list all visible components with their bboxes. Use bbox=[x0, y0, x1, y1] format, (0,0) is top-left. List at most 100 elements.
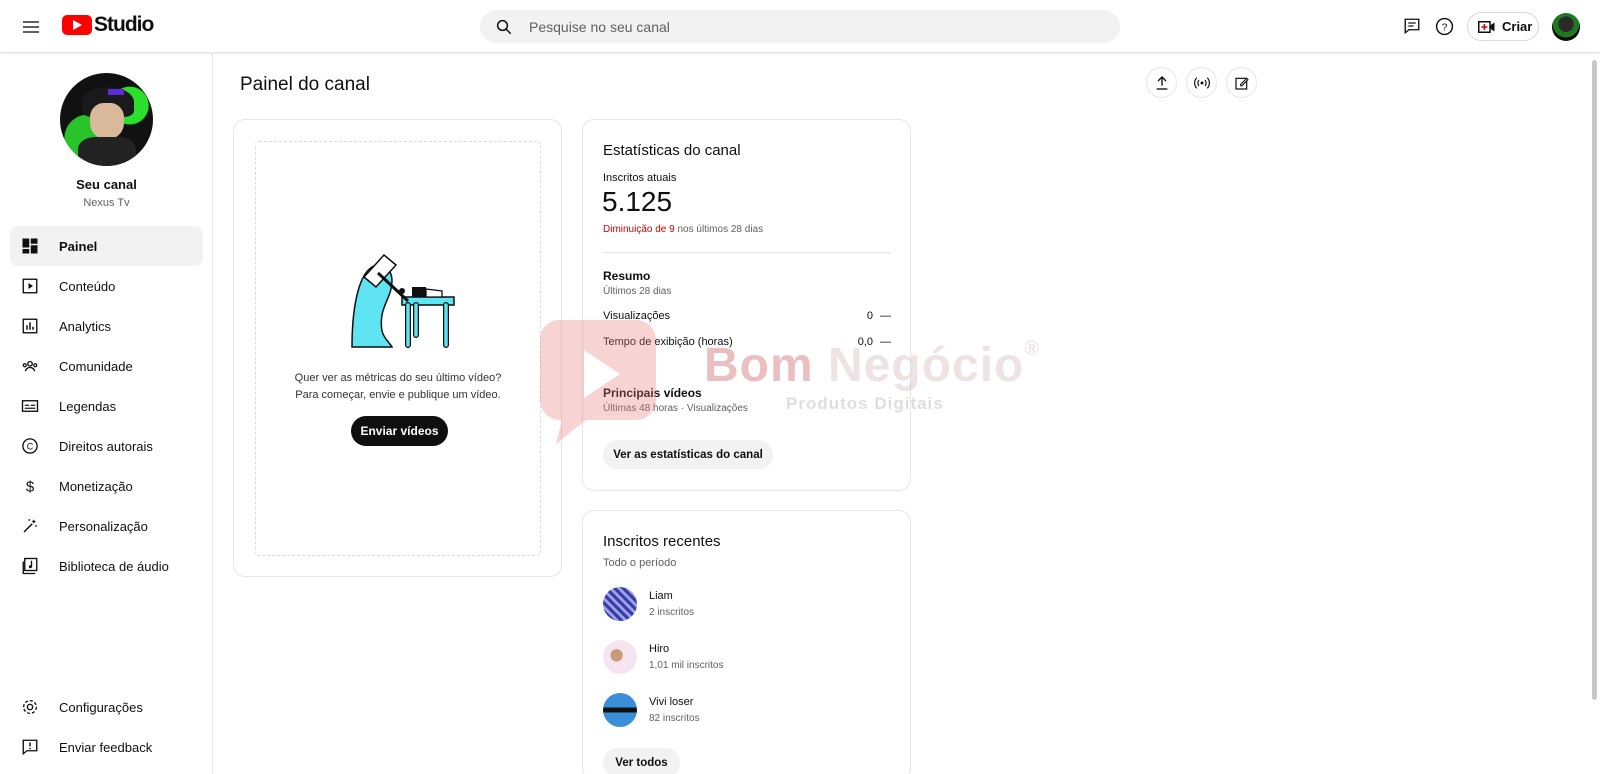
svg-text:C: C bbox=[27, 441, 34, 451]
subscriber-change: Diminuição de 9 nos últimos 28 dias bbox=[603, 224, 763, 235]
sidebar-item-content[interactable]: Conteúdo bbox=[10, 266, 203, 306]
sidebar-item-label: Enviar feedback bbox=[59, 739, 153, 755]
subscriber-name[interactable]: Vivi loser bbox=[649, 696, 693, 708]
sidebar-item-label: Painel bbox=[59, 238, 98, 254]
sidebar-item-label: Conteúdo bbox=[59, 278, 116, 294]
subscriber-count: 2 inscritos bbox=[649, 607, 695, 618]
channel-analytics-card: Estatísticas do canal Inscritos atuais 5… bbox=[582, 119, 911, 491]
card-title: Estatísticas do canal bbox=[603, 142, 741, 159]
channel-avatar[interactable] bbox=[60, 73, 153, 166]
summary-period: Últimos 28 dias bbox=[603, 286, 672, 297]
sidebar-item-customization[interactable]: Personalização bbox=[10, 506, 203, 546]
create-label: Criar bbox=[1502, 19, 1533, 34]
sidebar-item-settings[interactable]: Configurações bbox=[10, 687, 203, 727]
sidebar-item-dashboard[interactable]: Painel bbox=[10, 226, 203, 266]
menu-icon[interactable] bbox=[20, 15, 44, 39]
subscriber-count: 82 inscritos bbox=[649, 713, 700, 724]
svg-text:?: ? bbox=[1441, 22, 1447, 33]
sidebar-item-label: Personalização bbox=[59, 518, 148, 534]
subscriber-name[interactable]: Liam bbox=[649, 590, 673, 602]
metric-label: Tempo de exibição (horas) bbox=[603, 336, 733, 348]
watermark-registered: ® bbox=[1024, 338, 1041, 360]
sidebar-item-label: Direitos autorais bbox=[59, 438, 153, 454]
sidebar-item-label: Monetização bbox=[59, 478, 133, 494]
subscriber-count: 1,01 mil inscritos bbox=[649, 660, 724, 671]
metric-row: Tempo de exibição (horas) 0,0 — bbox=[603, 336, 891, 348]
subscriber-name[interactable]: Hiro bbox=[649, 643, 669, 655]
card-title: Inscritos recentes bbox=[603, 533, 721, 550]
view-channel-analytics-button[interactable]: Ver as estatísticas do canal bbox=[603, 440, 773, 469]
list-item[interactable]: Hiro 1,01 mil inscritos bbox=[603, 640, 891, 674]
see-all-button[interactable]: Ver todos bbox=[603, 748, 680, 774]
list-item[interactable]: Liam 2 inscritos bbox=[603, 587, 891, 621]
metric-trend: — bbox=[880, 310, 891, 322]
audio-library-icon bbox=[20, 556, 40, 576]
top-bar: Studio ? Criar bbox=[0, 0, 1600, 53]
sidebar-item-label: Comunidade bbox=[59, 358, 133, 374]
create-video-icon bbox=[1478, 20, 1495, 33]
top-videos-title: Principais vídeos bbox=[603, 386, 702, 400]
create-button[interactable]: Criar bbox=[1467, 12, 1539, 41]
content-icon bbox=[20, 276, 40, 296]
sidebar-item-audio-library[interactable]: Biblioteca de áudio bbox=[10, 546, 203, 586]
copyright-icon: C bbox=[20, 436, 40, 456]
upload-videos-button[interactable]: Enviar vídeos bbox=[351, 416, 448, 446]
metric-value: 0 bbox=[866, 310, 873, 322]
sidebar-item-label: Configurações bbox=[59, 699, 143, 715]
sidebar-item-community[interactable]: Comunidade bbox=[10, 346, 203, 386]
microscope-illustration bbox=[351, 253, 455, 348]
summary-title: Resumo bbox=[603, 269, 651, 283]
feedback-icon bbox=[20, 737, 40, 757]
search-bar[interactable] bbox=[480, 10, 1120, 43]
sidebar-item-label: Analytics bbox=[59, 318, 112, 334]
metric-trend: — bbox=[880, 336, 891, 348]
create-post-icon[interactable] bbox=[1226, 67, 1257, 98]
svg-text:$: $ bbox=[26, 478, 35, 495]
dashboard-icon bbox=[20, 236, 40, 256]
recent-subscribers-card: Inscritos recentes Todo o período Liam 2… bbox=[582, 510, 911, 774]
sidebar-item-analytics[interactable]: Analytics bbox=[10, 306, 203, 346]
subscriber-change-period: nos últimos 28 dias bbox=[674, 224, 764, 235]
subtitles-icon bbox=[20, 396, 40, 416]
monetization-icon: $ bbox=[20, 476, 40, 496]
avatar[interactable] bbox=[603, 693, 637, 727]
metric-row: Visualizações 0 — bbox=[603, 310, 891, 322]
divider bbox=[603, 252, 891, 253]
list-item[interactable]: Vivi loser 82 inscritos bbox=[603, 693, 891, 727]
sidebar-item-subtitles[interactable]: Legendas bbox=[10, 386, 203, 426]
avatar[interactable] bbox=[603, 640, 637, 674]
search-input[interactable] bbox=[529, 18, 1089, 35]
studio-logo[interactable]: Studio bbox=[62, 13, 154, 37]
channel-name: Nexus Tv bbox=[83, 197, 130, 209]
upload-prompt-line1: Quer ver as métricas do seu último vídeo… bbox=[294, 372, 502, 384]
sidebar-item-label: Legendas bbox=[59, 398, 117, 414]
youtube-logo-icon bbox=[62, 15, 92, 35]
logo-text: Studio bbox=[94, 13, 154, 36]
upload-prompt-line2: Para começar, envie e publique um vídeo. bbox=[295, 389, 501, 401]
sidebar-item-feedback[interactable]: Enviar feedback bbox=[10, 727, 203, 767]
avatar[interactable] bbox=[603, 587, 637, 621]
magic-wand-icon bbox=[20, 516, 40, 536]
sidebar: Seu canal Nexus Tv Painel Conteúdo Analy… bbox=[0, 53, 213, 774]
page-title: Painel do canal bbox=[240, 74, 370, 95]
sidebar-item-copyright[interactable]: C Direitos autorais bbox=[10, 426, 203, 466]
messages-icon[interactable] bbox=[1400, 14, 1424, 38]
subscriber-change-negative: Diminuição de 9 bbox=[603, 224, 675, 235]
metric-value: 0,0 bbox=[857, 336, 873, 348]
top-videos-period: Últimas 48 horas · Visualizações bbox=[603, 403, 748, 414]
upload-dropzone: Quer ver as métricas do seu último vídeo… bbox=[255, 141, 541, 556]
channel-title[interactable]: Seu canal bbox=[0, 177, 213, 192]
help-icon[interactable]: ? bbox=[1432, 14, 1456, 38]
subscriber-count: 5.125 bbox=[602, 186, 673, 217]
search-icon[interactable] bbox=[495, 18, 513, 36]
sidebar-item-label: Biblioteca de áudio bbox=[59, 558, 169, 574]
card-period: Todo o período bbox=[603, 557, 677, 569]
upload-icon[interactable] bbox=[1146, 67, 1177, 98]
scrollbar[interactable] bbox=[1592, 60, 1597, 700]
metric-label: Visualizações bbox=[603, 310, 671, 322]
community-icon bbox=[20, 356, 40, 376]
account-avatar[interactable] bbox=[1552, 13, 1580, 41]
analytics-icon bbox=[20, 316, 40, 336]
sidebar-item-monetization[interactable]: $ Monetização bbox=[10, 466, 203, 506]
go-live-icon[interactable] bbox=[1186, 67, 1217, 98]
